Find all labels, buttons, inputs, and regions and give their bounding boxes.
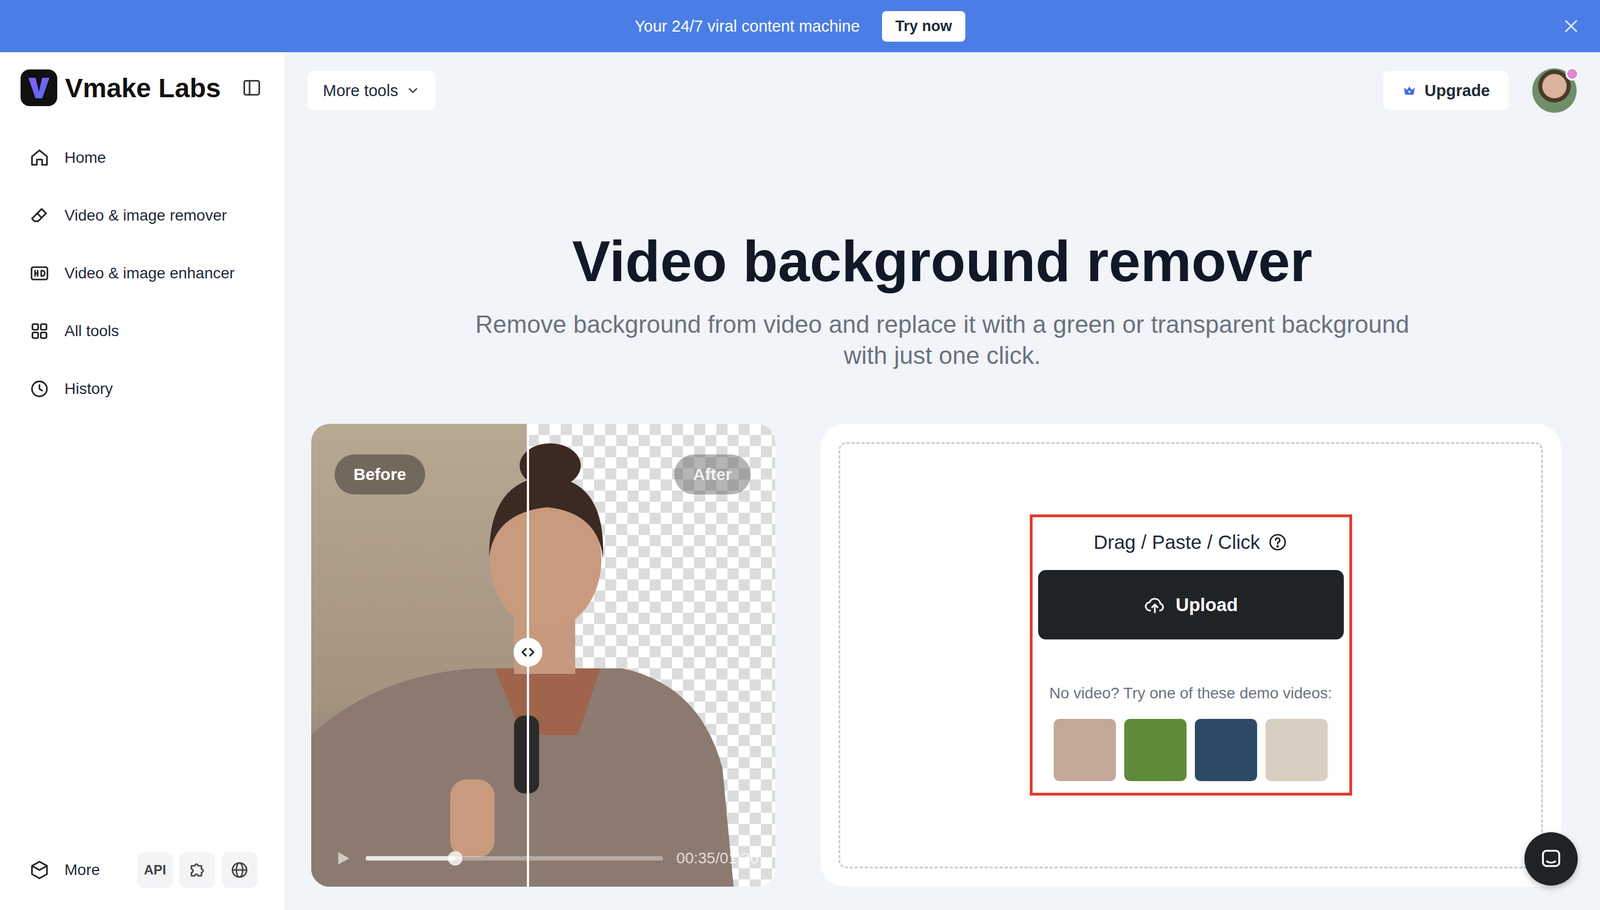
home-icon <box>28 147 51 169</box>
sidebar-item-label: History <box>64 380 113 398</box>
before-after-preview[interactable]: Before After 00:35/01:30 <box>311 424 776 887</box>
clock-icon <box>28 378 51 400</box>
drop-zone[interactable]: Drag / Paste / Click Upload No video? Tr… <box>838 442 1543 869</box>
try-now-button[interactable]: Try now <box>881 11 966 42</box>
demo-video-thumbnail[interactable] <box>1053 719 1116 782</box>
after-label: After <box>674 454 751 495</box>
page-title: Video background remover <box>284 227 1600 297</box>
extension-icon[interactable] <box>179 852 216 889</box>
sidebar-toggle-icon[interactable] <box>241 77 263 99</box>
demo-video-thumbnail[interactable] <box>1265 719 1328 782</box>
user-avatar[interactable] <box>1532 68 1577 113</box>
grid-icon <box>28 320 51 342</box>
crown-icon <box>1402 83 1417 98</box>
upgrade-button[interactable]: Upgrade <box>1383 71 1509 111</box>
logo-icon[interactable] <box>20 69 58 107</box>
upload-button[interactable]: Upload <box>1038 570 1344 640</box>
demo-list <box>1053 719 1328 782</box>
sidebar-item-label: Video & image enhancer <box>64 264 235 283</box>
sidebar-item[interactable]: Video & image enhancer <box>0 244 285 303</box>
sidebar-item[interactable]: Video & image remover <box>0 186 285 245</box>
hint-text: Drag / Paste / Click <box>1093 529 1261 556</box>
close-icon[interactable] <box>1562 17 1580 36</box>
subtitle-line: Remove background from video and replace… <box>284 308 1600 341</box>
sidebar: Vmake Labs Home Video & image remover Vide… <box>0 52 285 910</box>
more-label: More <box>64 861 101 880</box>
globe-icon[interactable] <box>221 852 258 889</box>
cube-icon <box>28 859 51 881</box>
logo-row: Vmake Labs <box>0 52 285 107</box>
promo-banner: Your 24/7 viral content machine Try now <box>0 0 1600 53</box>
brand-name[interactable]: Vmake Labs <box>65 72 221 104</box>
sidebar-footer: More API <box>0 852 285 910</box>
video-time: 00:35/01:30 <box>676 849 759 868</box>
upload-card: Drag / Paste / Click Upload No video? Tr… <box>820 424 1562 887</box>
sidebar-item-label: Home <box>64 148 107 167</box>
compare-handle-icon[interactable] <box>513 637 543 667</box>
play-icon[interactable] <box>333 849 353 869</box>
sidebar-item-label: All tools <box>64 322 119 341</box>
upload-label: Upload <box>1175 594 1239 616</box>
sidebar-item[interactable]: History <box>0 360 285 418</box>
chat-button[interactable] <box>1524 832 1578 886</box>
more-tools-dropdown[interactable]: More tools <box>307 71 436 111</box>
upload-cloud-icon <box>1143 594 1166 617</box>
upload-hint: Drag / Paste / Click <box>1093 529 1289 556</box>
demo-video-thumbnail[interactable] <box>1124 719 1187 782</box>
content-panels: Before After 00:35/01:30 Drag / Paste / … <box>284 424 1600 887</box>
main-area: More tools Upgrade Video background remo… <box>284 52 1600 910</box>
avatar-badge <box>1565 67 1579 81</box>
api-button[interactable]: API <box>137 852 173 889</box>
chevron-down-icon <box>405 83 421 98</box>
progress-track[interactable] <box>365 856 664 861</box>
page-subtitle: Remove background from video and replace… <box>284 308 1600 372</box>
more-tools-label: More tools <box>322 81 398 101</box>
sidebar-item-label: Video & image remover <box>64 206 227 225</box>
demo-video-thumbnail[interactable] <box>1194 719 1258 782</box>
top-bar: More tools Upgrade <box>284 52 1600 113</box>
before-label: Before <box>334 454 426 495</box>
sidebar-nav: Home Video & image remover Video & image e… <box>0 128 285 418</box>
progress-fill <box>365 856 456 861</box>
sidebar-item[interactable]: All tools <box>0 302 285 361</box>
footer-tools: API <box>137 852 258 889</box>
upgrade-label: Upgrade <box>1424 81 1490 101</box>
video-controls: 00:35/01:30 <box>333 849 759 869</box>
banner-text: Your 24/7 viral content machine <box>634 17 860 36</box>
upload-box: Drag / Paste / Click Upload No video? Tr… <box>1029 514 1353 796</box>
progress-knob[interactable] <box>447 851 463 866</box>
eraser-icon <box>28 205 51 227</box>
subtitle-line: with just one click. <box>284 340 1600 372</box>
demo-label: No video? Try one of these demo videos: <box>1049 684 1333 703</box>
sidebar-item[interactable]: Home <box>0 128 285 187</box>
hd-icon <box>28 262 51 284</box>
help-icon[interactable] <box>1267 532 1288 553</box>
chat-icon <box>1538 846 1564 872</box>
banner-content: Your 24/7 viral content machine Try now <box>634 11 966 42</box>
more-item[interactable]: More <box>28 859 101 881</box>
